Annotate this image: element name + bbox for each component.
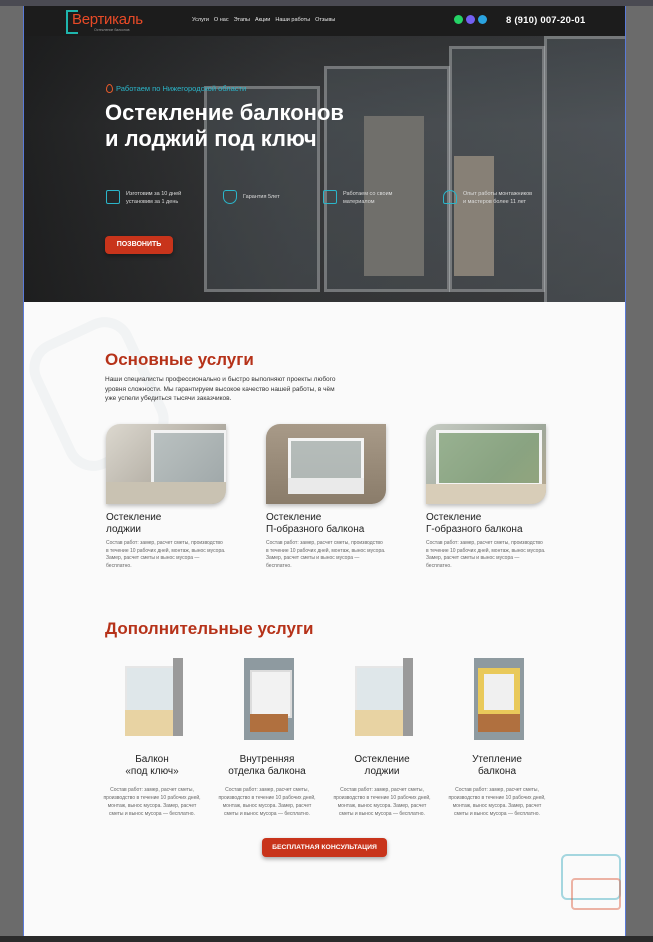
feature-text: материалом: [343, 199, 375, 205]
item-description: Состав работ: замер, расчет сметы, произ…: [448, 787, 546, 817]
card-title: П-образного балкона: [266, 524, 365, 535]
menu-item-promos[interactable]: Акции: [255, 17, 270, 23]
service-card[interactable]: Остекление Г-образного балкона Состав раб…: [426, 424, 548, 570]
window-icon: [106, 190, 120, 204]
g-balcony-photo: [426, 424, 546, 504]
phone-number[interactable]: 8 (910) 007-20-01: [506, 15, 585, 26]
menu-item-services[interactable]: Услуги: [192, 17, 209, 23]
feature-text: установим за 1 день: [126, 199, 179, 205]
card-description: Состав работ: замер, расчет сметы, произ…: [266, 540, 386, 569]
location-pin-icon: [106, 84, 113, 93]
services-title: Основные услуги: [105, 350, 254, 369]
call-button[interactable]: ПОЗВОНИТЬ: [105, 236, 173, 254]
additional-service-item[interactable]: Утепление балкона Состав работ: замер, ра…: [446, 658, 548, 818]
window-frame: [544, 36, 625, 302]
loggia-photo: [106, 424, 226, 504]
top-navbar: Вертикаль Остекление балконов Услуги О н…: [24, 6, 625, 36]
free-consultation-button[interactable]: БЕСПЛАТНАЯ КОНСУЛЬТАЦИЯ: [262, 838, 387, 857]
messenger-links: [454, 15, 487, 24]
card-description: Состав работ: замер, расчет сметы, произ…: [426, 540, 546, 569]
card-title: Остекление: [266, 512, 322, 523]
feature-text: Опыт работы монтажников: [463, 191, 533, 197]
additional-service-item[interactable]: Внутренняя отделка балкона Состав работ: …: [216, 658, 318, 818]
item-title: балкона: [477, 766, 517, 777]
logo[interactable]: Вертикаль Остекление балконов: [66, 10, 158, 34]
feature-text: Изготовим за 10 дней: [126, 191, 182, 197]
feature-item: Изготовим за 10 дней установим за 1 день: [106, 190, 181, 206]
p-balcony-photo: [266, 424, 386, 504]
menu-item-about[interactable]: О нас: [214, 17, 229, 23]
feature-text: Гарантия 5лет: [243, 194, 280, 200]
service-card[interactable]: Остекление лоджии Состав работ: замер, ра…: [106, 424, 228, 570]
additional-service-item[interactable]: Балкон «под ключ» Состав работ: замер, ра…: [101, 658, 203, 818]
item-title: Внутренняя: [239, 754, 295, 765]
hero-title: Остекление балконов и лоджий под ключ: [105, 100, 425, 152]
card-title: Остекление: [426, 512, 482, 523]
menu-item-works[interactable]: Наши работы: [275, 17, 310, 23]
window-frame: [449, 46, 545, 292]
card-title: лоджии: [106, 524, 141, 535]
region-text: Работаем по Нижегородской области: [116, 84, 247, 93]
item-title: лоджии: [364, 766, 400, 777]
item-title: Утепление: [472, 754, 522, 765]
feature-text: и мастеров более 11 лет: [463, 199, 527, 205]
whatsapp-icon[interactable]: [454, 15, 463, 24]
item-title: отделка балкона: [228, 766, 306, 777]
service-card[interactable]: Остекление П-образного балкона Состав раб…: [266, 424, 388, 570]
card-title: Остекление: [106, 512, 162, 523]
additional-service-item[interactable]: Остекление лоджии Состав работ: замер, ра…: [331, 658, 433, 818]
hero-title-line2: и лоджий под ключ: [105, 126, 317, 151]
item-title: Балкон: [135, 754, 169, 765]
balcony-turnkey-illustration: [117, 658, 187, 740]
interior-finish-illustration: [232, 658, 302, 740]
logo-name: Вертикаль: [72, 11, 143, 28]
telegram-icon[interactable]: [478, 15, 487, 24]
shield-icon: [223, 190, 237, 204]
menu-item-stages[interactable]: Этапы: [234, 17, 250, 23]
feature-item: Гарантия 5лет: [223, 190, 280, 204]
hero-section: Вертикаль Остекление балконов Услуги О н…: [24, 6, 625, 302]
main-menu: Услуги О нас Этапы Акции Наши работы Отз…: [192, 17, 335, 23]
landing-page: Вертикаль Остекление балконов Услуги О н…: [24, 6, 625, 936]
item-description: Состав работ: замер, расчет сметы, произ…: [103, 787, 201, 817]
card-description: Состав работ: замер, расчет сметы, произ…: [106, 540, 226, 569]
services-intro: Наши специалисты профессионально и быстр…: [105, 376, 336, 402]
decorative-tools-icon: [571, 878, 621, 910]
item-description: Состав работ: замер, расчет сметы, произ…: [333, 787, 431, 817]
feature-text: Работаем со своим: [343, 191, 393, 197]
card-title: Г-образного балкона: [426, 524, 523, 535]
insulation-illustration: [462, 658, 532, 740]
item-title: «под ключ»: [125, 766, 179, 777]
hero-title-line1: Остекление балконов: [105, 100, 344, 125]
viber-icon[interactable]: [466, 15, 475, 24]
item-description: Состав работ: замер, расчет сметы, произ…: [218, 787, 316, 817]
logo-tagline: Остекление балконов: [94, 28, 130, 32]
additional-title: Дополнительные услуги: [105, 619, 314, 638]
region-line: Работаем по Нижегородской области: [106, 84, 246, 93]
guide-line-right: [625, 6, 626, 936]
feature-item: Работаем со своим материалом: [323, 190, 392, 206]
thumbs-up-icon: [323, 190, 337, 204]
menu-item-reviews[interactable]: Отзывы: [315, 17, 335, 23]
loggia-glazing-illustration: [347, 658, 417, 740]
editor-bottom-strip: [0, 936, 653, 942]
worker-icon: [443, 190, 457, 204]
feature-item: Опыт работы монтажников и мастеров более …: [443, 190, 532, 206]
item-title: Остекление: [354, 754, 410, 765]
